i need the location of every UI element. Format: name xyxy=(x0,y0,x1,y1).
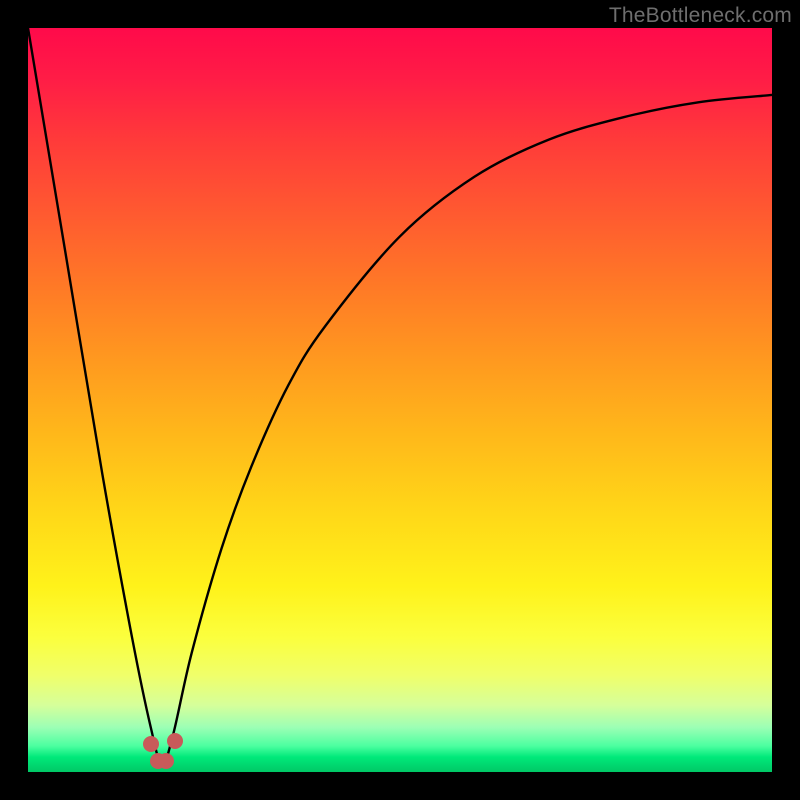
min-marker-4 xyxy=(167,733,183,749)
plot-area xyxy=(28,28,772,772)
chart-frame: TheBottleneck.com xyxy=(0,0,800,800)
min-marker-3 xyxy=(158,753,174,769)
attribution-text: TheBottleneck.com xyxy=(609,4,792,28)
bottleneck-curve xyxy=(28,28,772,772)
